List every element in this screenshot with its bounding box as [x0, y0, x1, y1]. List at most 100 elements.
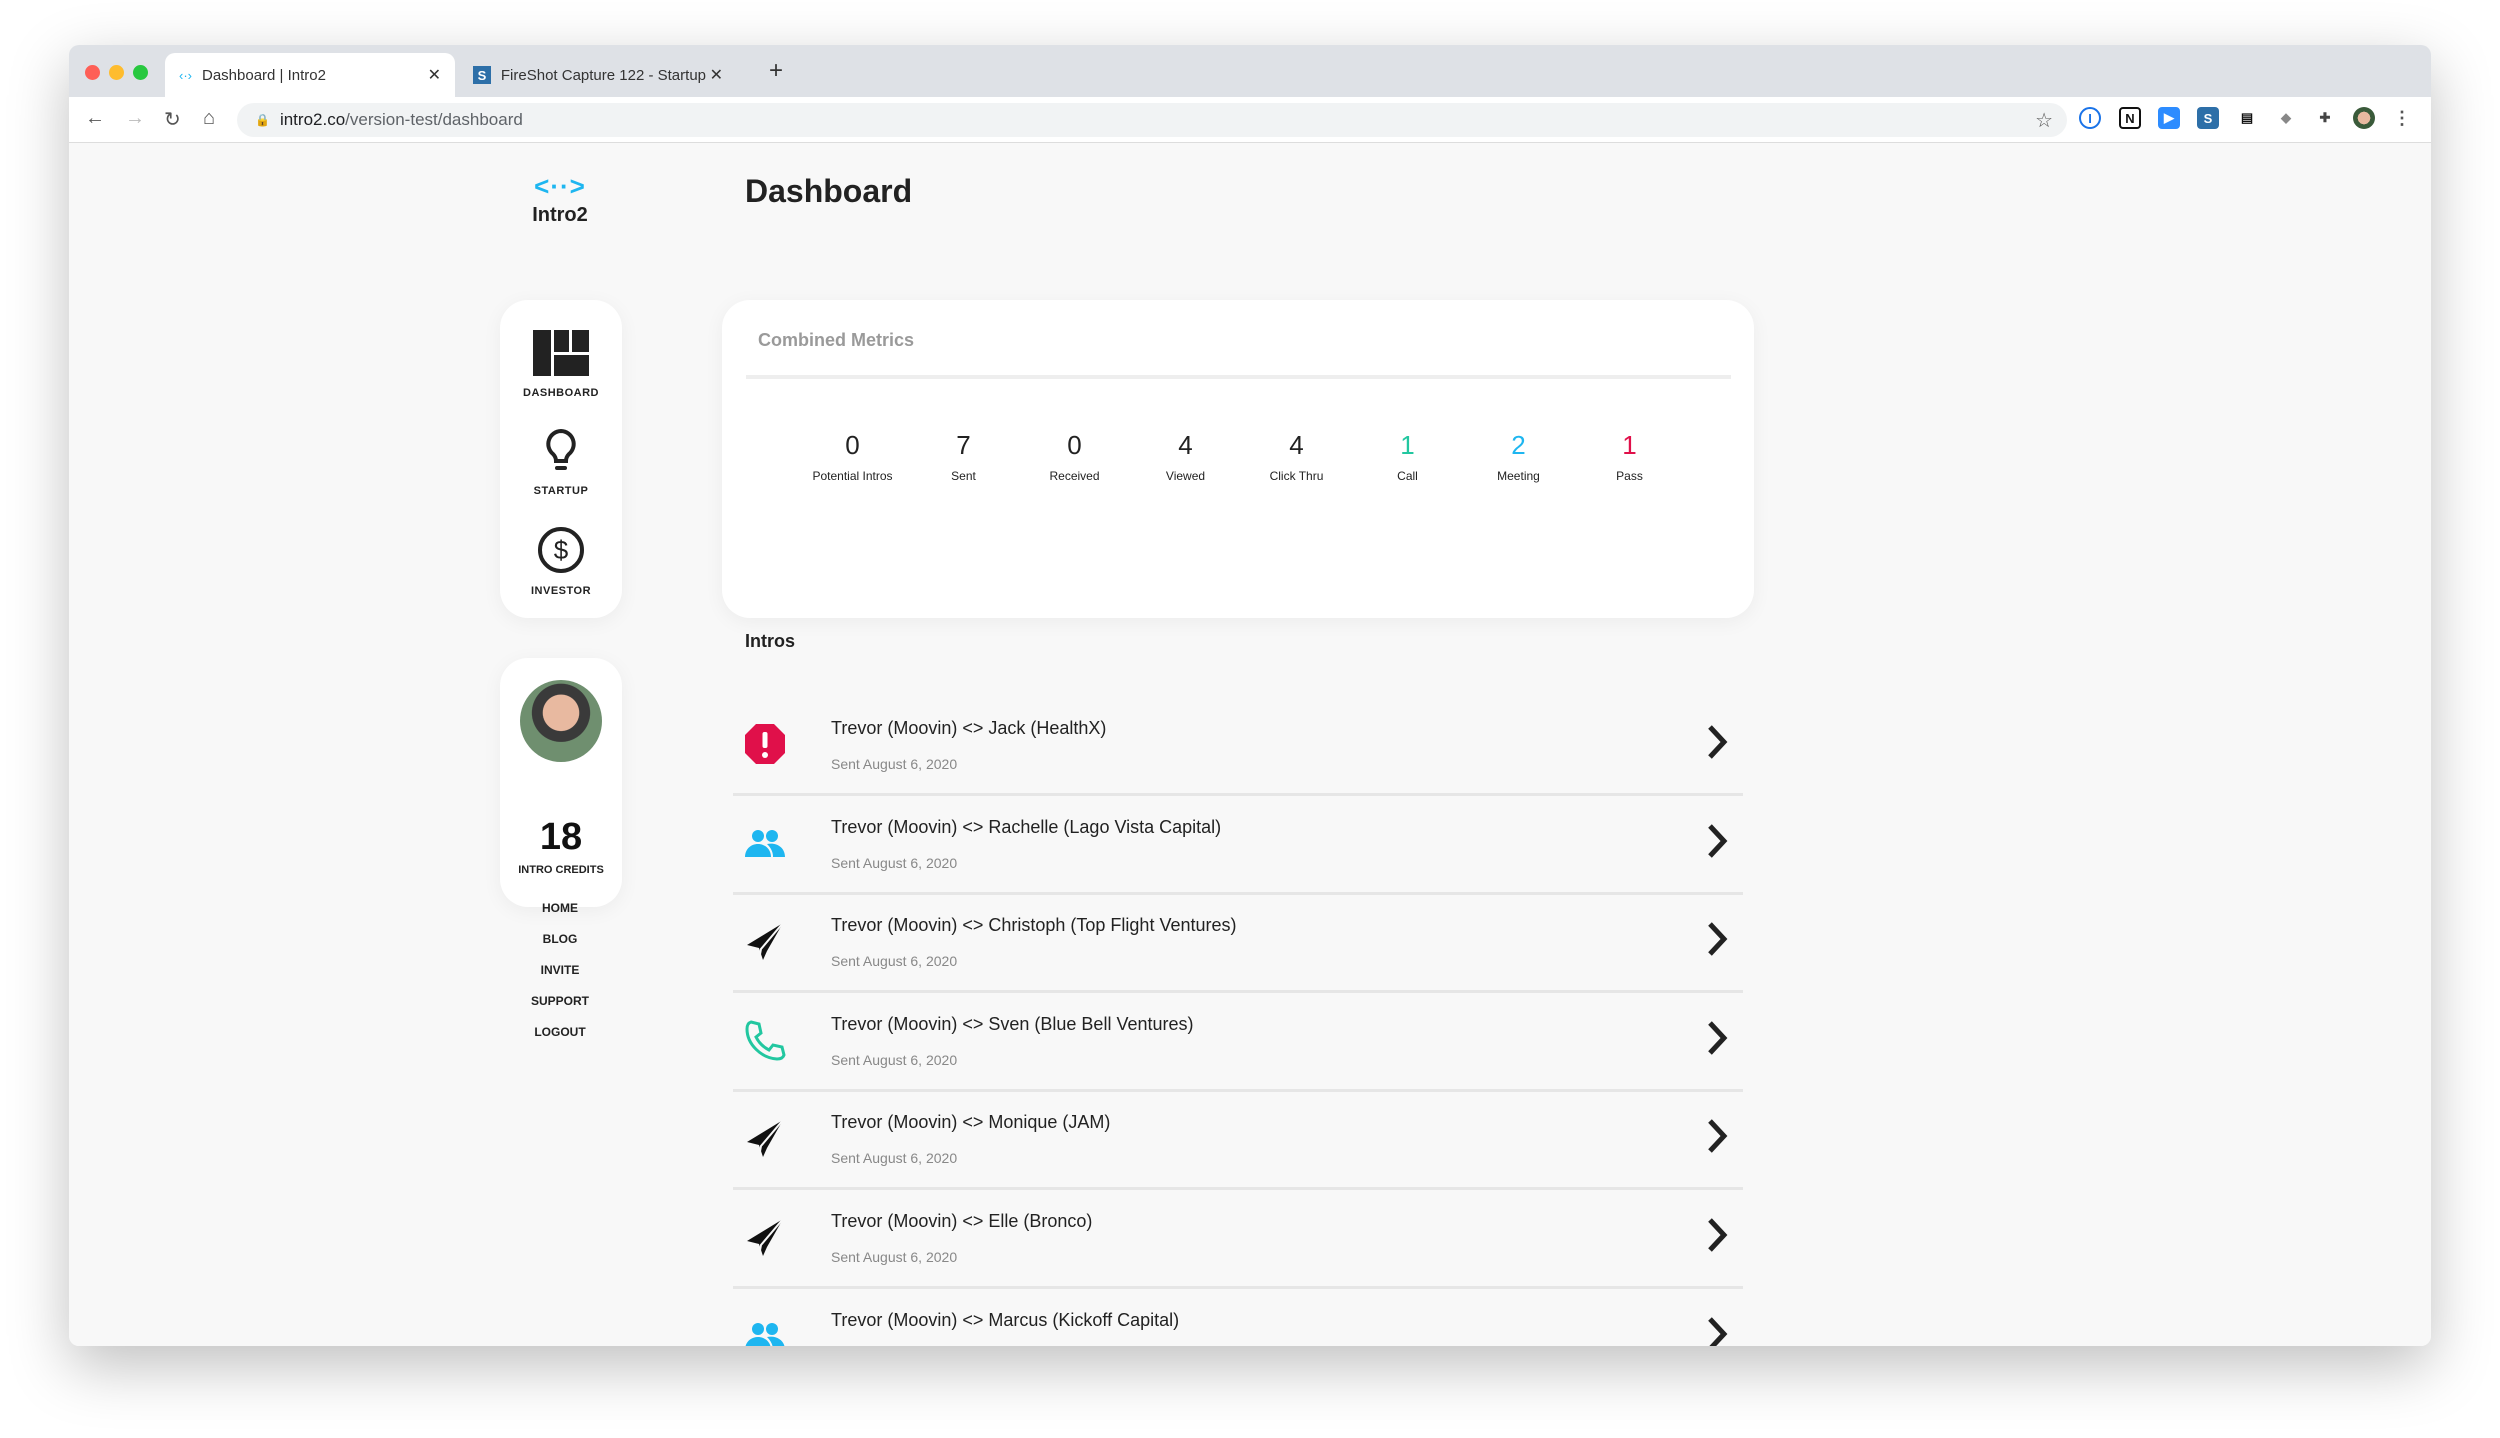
code-icon: ‹·›: [179, 67, 192, 83]
minimize-window-button[interactable]: [109, 65, 124, 80]
intro-date: Sent August 6, 2020: [831, 1249, 958, 1265]
phone-icon: [743, 1018, 787, 1062]
lightbulb-icon: [546, 428, 576, 470]
metric-value: 0: [1067, 430, 1082, 460]
metric-label: Click Thru: [1269, 469, 1324, 483]
tab-fireshot[interactable]: S FireShot Capture 122 - Startup ✕: [459, 53, 737, 97]
url-input[interactable]: 🔒 intro2.co/version-test/dashboard ☆: [237, 103, 2067, 137]
chevron-right-icon[interactable]: [1705, 1020, 1729, 1056]
fireshot-icon[interactable]: S: [2197, 107, 2219, 129]
notion-icon[interactable]: N: [2119, 107, 2141, 129]
people-icon: [743, 821, 787, 865]
link-support[interactable]: SUPPORT: [492, 986, 628, 1017]
page-content: <··> Intro2 DASHBOARD STARTUP $ INVESTOR…: [69, 143, 2431, 1346]
address-bar-row: ← → ↻ ⌂ 🔒 intro2.co/version-test/dashboa…: [69, 97, 2431, 143]
profile-avatar[interactable]: [2353, 107, 2375, 129]
metric-label: Viewed: [1165, 469, 1206, 483]
sidebar-item-startup[interactable]: STARTUP: [500, 428, 622, 497]
sidebar-item-investor[interactable]: $ INVESTOR: [500, 526, 622, 597]
intro-date: Sent August 6, 2020: [831, 854, 958, 871]
svg-text:$: $: [554, 535, 569, 565]
chevron-right-icon[interactable]: [1705, 1118, 1729, 1154]
chevron-right-icon[interactable]: [1705, 1316, 1729, 1346]
chevron-right-icon[interactable]: [1705, 921, 1729, 957]
menu-icon[interactable]: ⋮: [2391, 107, 2413, 129]
intro-date: Sent August 6, 2020: [831, 1150, 958, 1167]
profile-card: 18 INTRO CREDITS: [500, 658, 622, 907]
metric-viewed: 4 Viewed: [1130, 430, 1241, 483]
fireshot-icon: S: [473, 66, 491, 84]
page-title: Dashboard: [745, 173, 913, 209]
logo-mark: <··>: [534, 171, 586, 201]
maximize-window-button[interactable]: [133, 65, 148, 80]
intro-title: Trevor (Moovin) <> Rachelle (Lago Vista …: [831, 816, 1222, 837]
sidebar-item-dashboard[interactable]: DASHBOARD: [500, 330, 622, 399]
link-invite[interactable]: INVITE: [492, 955, 628, 986]
reload-icon[interactable]: ↻: [164, 107, 181, 132]
intro-title: Trevor (Moovin) <> Sven (Blue Bell Ventu…: [831, 1013, 1194, 1034]
sidebar-nav: DASHBOARD STARTUP $ INVESTOR: [500, 300, 622, 618]
metric-value: 4: [1289, 430, 1304, 460]
tab-bar: ‹·› Dashboard | Intro2 ✕ S FireShot Capt…: [69, 45, 2431, 97]
intros-heading: Intros: [745, 631, 796, 651]
fox-icon[interactable]: ◆: [2275, 107, 2297, 129]
metrics-title: Combined Metrics: [758, 330, 915, 350]
close-window-button[interactable]: [85, 65, 100, 80]
intro-list-item[interactable]: Trevor (Moovin) <> Sven (Blue Bell Ventu…: [733, 994, 1743, 1092]
metric-received: 0 Received: [1019, 430, 1130, 483]
avatar[interactable]: [520, 680, 602, 762]
forward-icon[interactable]: →: [125, 107, 145, 130]
browser-window: ‹·› Dashboard | Intro2 ✕ S FireShot Capt…: [69, 45, 2431, 1346]
paper-plane-icon: [743, 1215, 787, 1259]
intro-date: Sent August 6, 2020: [831, 756, 958, 772]
metric-sent: 7 Sent: [908, 430, 1019, 483]
close-tab-icon[interactable]: ✕: [710, 65, 723, 85]
sidebar-item-label: STARTUP: [533, 485, 589, 497]
chevron-right-icon[interactable]: [1705, 724, 1729, 760]
intro-date: Sent August 6, 2020: [831, 953, 958, 970]
intro-list-item[interactable]: Trevor (Moovin) <> Elle (Bronco) Sent Au…: [733, 1191, 1743, 1289]
metric-label: Pass: [1616, 469, 1643, 483]
paper-plane-icon: [743, 919, 787, 963]
metric-value: 4: [1178, 430, 1193, 460]
sidebar-item-label: DASHBOARD: [523, 387, 599, 399]
tab-dashboard[interactable]: ‹·› Dashboard | Intro2 ✕: [165, 53, 455, 97]
logo[interactable]: <··> Intro2: [492, 171, 628, 227]
intro-title: Trevor (Moovin) <> Monique (JAM): [831, 1112, 1111, 1133]
logo-name: Intro2: [532, 204, 588, 226]
metric-label: Received: [1049, 469, 1100, 483]
new-tab-button[interactable]: +: [769, 57, 783, 85]
home-icon[interactable]: ⌂: [203, 107, 215, 130]
metric-value: 2: [1511, 430, 1526, 460]
link-logout[interactable]: LOGOUT: [492, 1017, 628, 1048]
back-icon[interactable]: ←: [85, 107, 105, 130]
1password-icon[interactable]: I: [2079, 107, 2101, 129]
intro-list-item[interactable]: Trevor (Moovin) <> Christoph (Top Flight…: [733, 895, 1743, 994]
intro-list-item[interactable]: Trevor (Moovin) <> Marcus (Kickoff Capit…: [733, 1290, 1743, 1346]
intro-list-item[interactable]: Trevor (Moovin) <> Rachelle (Lago Vista …: [733, 797, 1743, 895]
metric-label: Call: [1397, 469, 1418, 483]
bookmark-star-icon[interactable]: ☆: [2035, 108, 2053, 133]
combined-metrics-card: Combined Metrics 0 Potential Intros 7 Sent 0…: [722, 300, 1754, 618]
divider: [746, 375, 1731, 379]
intro-title: Trevor (Moovin) <> Jack (HealthX): [831, 718, 1107, 738]
metric-value: 7: [956, 430, 971, 460]
paper-plane-icon: [743, 1116, 787, 1160]
intro-list-item[interactable]: Trevor (Moovin) <> Jack (HealthX) Sent A…: [733, 698, 1743, 796]
people-icon: [743, 1314, 787, 1346]
chevron-right-icon[interactable]: [1705, 1217, 1729, 1253]
link-home[interactable]: HOME: [492, 893, 628, 924]
document-icon[interactable]: ▤: [2236, 107, 2258, 129]
link-blog[interactable]: BLOG: [492, 924, 628, 955]
metric-call: 1 Call: [1352, 430, 1463, 483]
tab-title: FireShot Capture 122 - Startup: [500, 66, 706, 84]
chevron-right-icon[interactable]: [1705, 823, 1729, 859]
puzzle-icon[interactable]: ✚: [2314, 107, 2336, 129]
tab-title: Dashboard | Intro2: [202, 66, 326, 84]
intro-list-item[interactable]: Trevor (Moovin) <> Monique (JAM) Sent Au…: [733, 1092, 1743, 1191]
zoom-icon[interactable]: ▶: [2158, 107, 2180, 129]
metric-meeting: 2 Meeting: [1463, 430, 1574, 483]
metric-value: 1: [1400, 430, 1415, 460]
dollar-icon: $: [538, 527, 584, 573]
close-tab-icon[interactable]: ✕: [428, 65, 441, 85]
